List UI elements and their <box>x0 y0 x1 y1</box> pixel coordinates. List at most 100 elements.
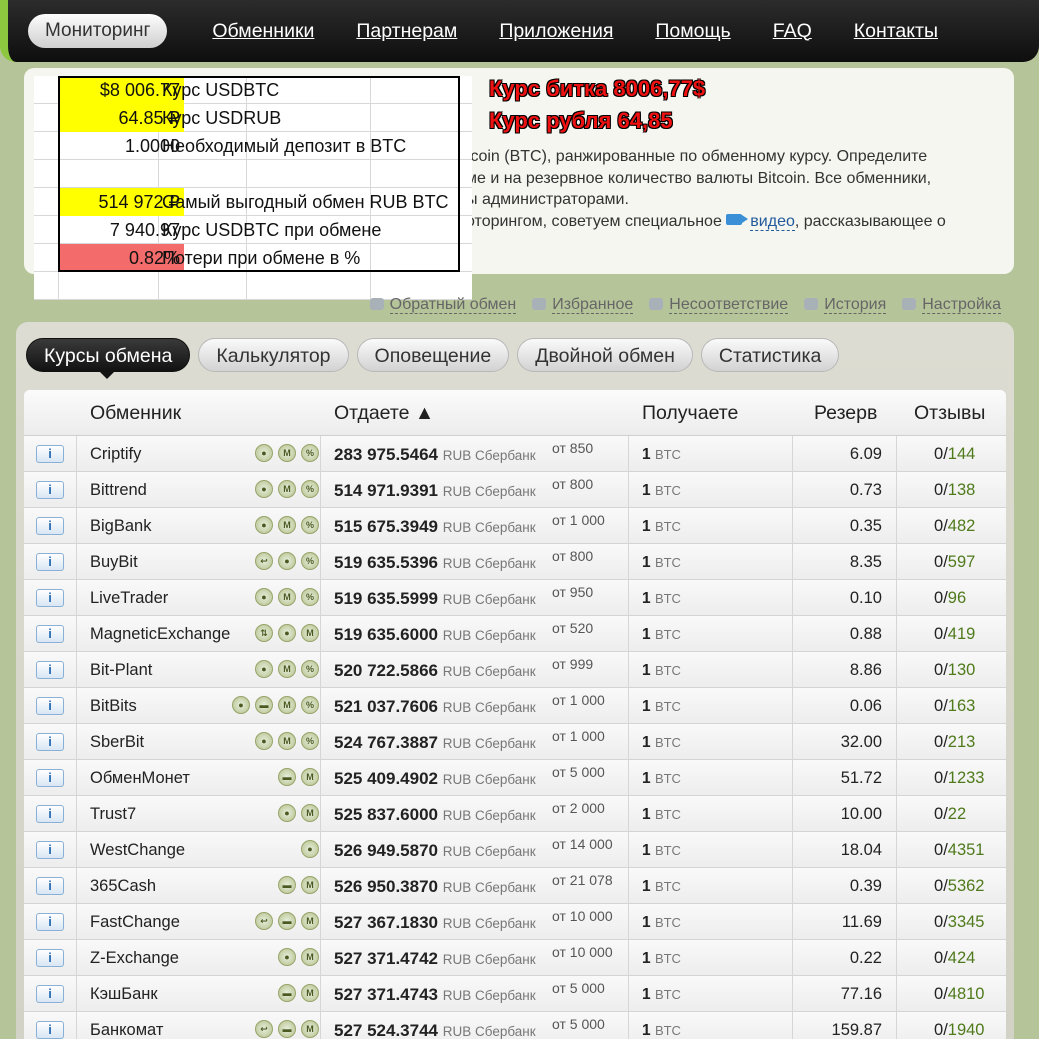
nav-link-4[interactable]: Помощь <box>655 20 730 43</box>
nav-link-2[interactable]: Партнерам <box>356 20 457 43</box>
nav-link-6[interactable]: Контакты <box>854 20 938 43</box>
table-row[interactable]: i Bit-Plant ● M% 520 722.5866 RUB Сбербанк от… <box>24 652 1006 688</box>
info-button[interactable]: i <box>36 517 64 535</box>
action-link-4[interactable]: История <box>804 296 887 314</box>
positive-reviews: 163 <box>947 697 976 715</box>
nav-link-3[interactable]: Приложения <box>499 20 613 43</box>
table-row[interactable]: i ОбменМонет ▬ M 525 409.4902 RUB Сбербанк от… <box>24 760 1006 796</box>
give-currency: RUB Сбербанк <box>442 1024 536 1039</box>
reviews-count[interactable]: 0/419 <box>934 625 975 644</box>
table-row[interactable]: i BuyBit ↩ ●% 519 635.5396 RUB Сбербанк от 80… <box>24 544 1006 580</box>
action-link-2[interactable]: Избранное <box>532 296 634 314</box>
reviews-count[interactable]: 0/22 <box>934 805 966 824</box>
info-button[interactable]: i <box>36 949 64 967</box>
tab-5[interactable]: Статистика <box>700 338 840 372</box>
action-link-1[interactable]: Обратный обмен <box>369 296 517 314</box>
nav-link-5[interactable]: FAQ <box>773 20 812 43</box>
get-amount: 1 BTC <box>642 518 681 536</box>
card-badge-icon: ▬ <box>278 912 296 930</box>
manual-badge-icon: M <box>278 588 296 606</box>
reviews-count[interactable]: 0/3345 <box>934 913 985 932</box>
reviews-count[interactable]: 0/4810 <box>934 985 985 1004</box>
table-row[interactable]: i Trust7 ● M 525 837.6000 RUB Сбербанк от 2 0… <box>24 796 1006 832</box>
reviews-count[interactable]: 0/1233 <box>934 769 985 788</box>
info-button[interactable]: i <box>36 445 64 463</box>
give-currency: RUB Сбербанк <box>442 952 536 967</box>
reviews-count[interactable]: 0/4351 <box>934 841 985 860</box>
info-button[interactable]: i <box>36 913 64 931</box>
header-exchanger[interactable]: Обменник <box>90 402 181 425</box>
info-button[interactable]: i <box>36 877 64 895</box>
table-row[interactable]: i FastChange ↩ ▬ M 527 367.1830 RUB Сбербанк о… <box>24 904 1006 940</box>
info-button[interactable]: i <box>36 769 64 787</box>
table-row[interactable]: i BitBits ● ▬ M% 521 037.7606 RUB Сбербанк от … <box>24 688 1006 724</box>
column-divider <box>896 436 897 471</box>
manual-badge-icon: M <box>301 1020 319 1038</box>
give-currency: RUB Сбербанк <box>442 736 536 751</box>
nav-item-monitoring[interactable]: Мониторинг <box>28 14 168 48</box>
table-row[interactable]: i 365Cash ▬ M 526 950.3870 RUB Сбербанк от 21… <box>24 868 1006 904</box>
table-row[interactable]: i WestChange ● 526 949.5870 RUB Сбербанк от … <box>24 832 1006 868</box>
percent-badge-icon: % <box>301 444 319 462</box>
min-amount: от 10 000 <box>552 944 613 960</box>
percent-badge-icon: % <box>301 660 319 678</box>
info-button[interactable]: i <box>36 553 64 571</box>
table-row[interactable]: i Criptify ● M% 283 975.5464 RUB Сбербанк от … <box>24 436 1006 472</box>
tab-3[interactable]: Оповещение <box>356 338 510 372</box>
reviews-count[interactable]: 0/5362 <box>934 877 985 896</box>
table-row[interactable]: i BigBank ● M% 515 675.3949 RUB Сбербанк от 1… <box>24 508 1006 544</box>
negative-reviews: 0 <box>934 769 944 787</box>
reviews-count[interactable]: 0/96 <box>934 589 966 608</box>
action-link-5[interactable]: Настройка <box>902 296 1001 314</box>
reviews-count[interactable]: 0/138 <box>934 481 975 500</box>
info-button[interactable]: i <box>36 697 64 715</box>
info-button[interactable]: i <box>36 733 64 751</box>
tab-4[interactable]: Двойной обмен <box>517 338 693 372</box>
info-button[interactable]: i <box>36 1021 64 1039</box>
get-amount: 1 BTC <box>642 1022 681 1039</box>
get-currency: BTC <box>654 447 681 462</box>
info-button[interactable]: i <box>36 985 64 1003</box>
badge-cell: ● M <box>76 796 320 831</box>
table-row[interactable]: i Z-Exchange ● M 527 371.4742 RUB Сбербанк от… <box>24 940 1006 976</box>
column-divider <box>320 796 321 831</box>
tab-2[interactable]: Калькулятор <box>198 338 349 372</box>
header-give[interactable]: Отдаете ▲ <box>334 402 434 425</box>
negative-reviews: 0 <box>934 913 944 931</box>
action-link-3[interactable]: Несоответствие <box>649 296 789 314</box>
table-row[interactable]: i SberBit ● M% 524 767.3887 RUB Сбербанк от 1… <box>24 724 1006 760</box>
video-link[interactable]: видео <box>750 212 795 231</box>
column-divider <box>320 580 321 615</box>
info-button[interactable]: i <box>36 589 64 607</box>
info-button[interactable]: i <box>36 841 64 859</box>
reviews-count[interactable]: 0/1940 <box>934 1021 985 1039</box>
description-line-2: ме и на резервное количество валюты Bitc… <box>466 169 932 187</box>
reviews-count[interactable]: 0/144 <box>934 445 975 464</box>
positive-reviews: 482 <box>947 517 976 535</box>
header-reviews[interactable]: Отзывы <box>914 402 985 425</box>
info-button[interactable]: i <box>36 625 64 643</box>
nav-link-1[interactable]: Обменники <box>212 20 314 43</box>
negative-reviews: 0 <box>934 985 944 1003</box>
table-row[interactable]: i Банкомат ↩ ▬ M 527 524.3744 RUB Сбербанк от … <box>24 1012 1006 1039</box>
column-divider <box>320 940 321 975</box>
info-button[interactable]: i <box>36 661 64 679</box>
table-row[interactable]: i LiveTrader ● M% 519 635.5999 RUB Сбербанк о… <box>24 580 1006 616</box>
table-row[interactable]: i Bittrend ● M% 514 971.9391 RUB Сбербанк от … <box>24 472 1006 508</box>
info-button[interactable]: i <box>36 805 64 823</box>
header-reserve[interactable]: Резерв <box>814 402 877 425</box>
column-divider <box>792 688 793 723</box>
info-button[interactable]: i <box>36 481 64 499</box>
table-row[interactable]: i MagneticExchange ⇅ ● M 519 635.6000 RUB Сбе… <box>24 616 1006 652</box>
tab-1[interactable]: Курсы обмена <box>26 338 191 379</box>
give-currency: RUB Сбербанк <box>442 628 536 643</box>
header-get[interactable]: Получаете <box>642 402 738 425</box>
reviews-count[interactable]: 0/482 <box>934 517 975 536</box>
reviews-count[interactable]: 0/213 <box>934 733 975 752</box>
table-row[interactable]: i КэшБанк ▬ M 527 371.4743 RUB Сбербанк от 5 … <box>24 976 1006 1012</box>
reviews-count[interactable]: 0/597 <box>934 553 975 572</box>
reviews-count[interactable]: 0/424 <box>934 949 975 968</box>
reviews-count[interactable]: 0/163 <box>934 697 975 716</box>
reviews-count[interactable]: 0/130 <box>934 661 975 680</box>
positive-reviews: 130 <box>947 661 976 679</box>
